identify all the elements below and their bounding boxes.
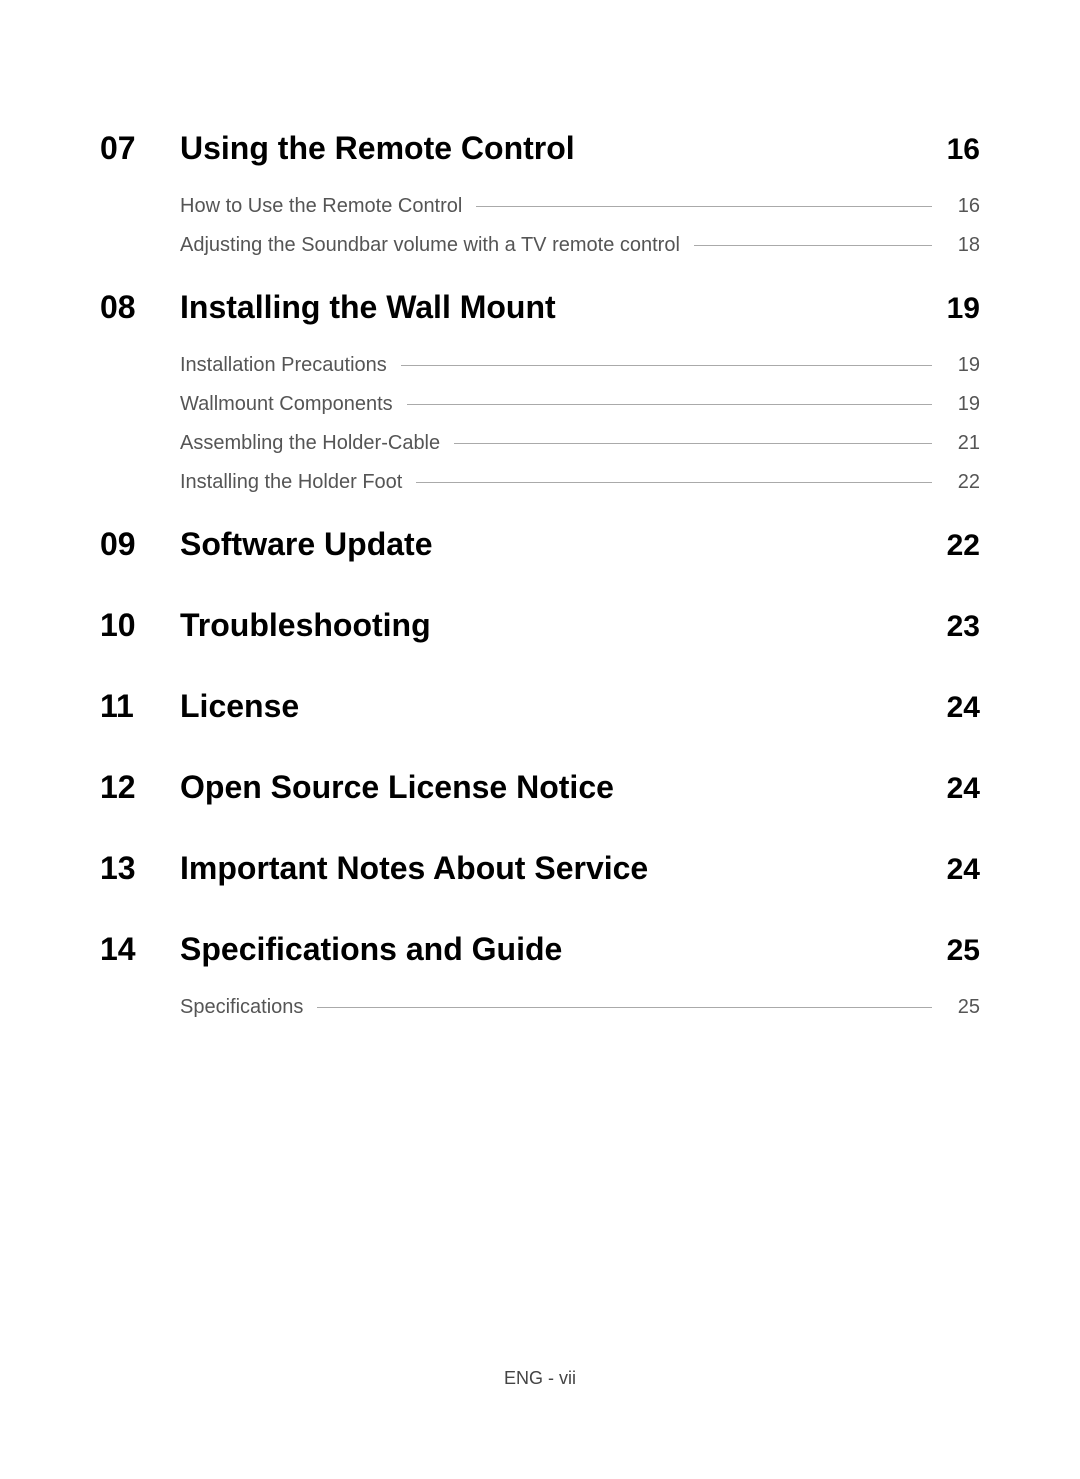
- toc-section-page: 25: [920, 934, 980, 968]
- toc-section-title: Specifications and Guide: [180, 931, 920, 968]
- toc-subitem-group: Installation Precautions19Wallmount Comp…: [100, 354, 980, 494]
- toc-subitem-title: Specifications: [180, 996, 303, 1019]
- toc-section-title: Using the Remote Control: [180, 130, 920, 167]
- toc-section: 09Software Update22: [100, 526, 980, 563]
- toc-section-title: Troubleshooting: [180, 607, 920, 644]
- toc-subitem-group: Specifications 25: [100, 996, 980, 1019]
- toc-subitem: Adjusting the Soundbar volume with a TV …: [180, 234, 980, 257]
- toc-subitem-title: How to Use the Remote Control: [180, 195, 462, 218]
- toc-subitem-page: 21: [946, 432, 980, 455]
- toc-leader-line: [454, 443, 932, 444]
- toc-section-title: Open Source License Notice: [180, 769, 920, 806]
- toc-leader-line: [416, 482, 932, 483]
- section-spacer: [100, 672, 980, 688]
- toc-leader-line: [476, 206, 932, 207]
- toc-section-number: 12: [100, 769, 180, 806]
- toc-section-number: 13: [100, 850, 180, 887]
- toc-section: 10Troubleshooting23: [100, 607, 980, 644]
- toc-section-number: 09: [100, 526, 180, 563]
- toc-leader-line: [407, 404, 932, 405]
- toc-section: 11License24: [100, 688, 980, 725]
- toc-section: 08Installing the Wall Mount19: [100, 289, 980, 326]
- toc-subitem: Installing the Holder Foot 22: [180, 471, 980, 494]
- toc-subitem-page: 19: [946, 393, 980, 416]
- toc-section-page: 22: [920, 529, 980, 563]
- toc-leader-line: [694, 245, 932, 246]
- toc-subitem-group: How to Use the Remote Control 16 Adjusting…: [100, 195, 980, 257]
- section-spacer: [100, 834, 980, 850]
- toc-section: 14Specifications and Guide25: [100, 931, 980, 968]
- section-spacer: [100, 753, 980, 769]
- toc-subitem: Specifications 25: [180, 996, 980, 1019]
- toc-section: 07Using the Remote Control16: [100, 130, 980, 167]
- toc-subitem-page: 18: [946, 234, 980, 257]
- table-of-contents: 07Using the Remote Control16How to Use t…: [100, 130, 980, 1019]
- toc-subitem: How to Use the Remote Control 16: [180, 195, 980, 218]
- toc-subitem: Wallmount Components 19: [180, 393, 980, 416]
- toc-subitem-title: Installing the Holder Foot: [180, 471, 402, 494]
- toc-subitem-page: 16: [946, 195, 980, 218]
- toc-section-number: 14: [100, 931, 180, 968]
- toc-subitem-page: 19: [946, 354, 980, 377]
- toc-section-page: 23: [920, 610, 980, 644]
- toc-section-title: Software Update: [180, 526, 920, 563]
- toc-section-title: Important Notes About Service: [180, 850, 920, 887]
- toc-subitem: Assembling the Holder-Cable 21: [180, 432, 980, 455]
- toc-section-page: 16: [920, 133, 980, 167]
- toc-section-number: 07: [100, 130, 180, 167]
- toc-subitem-title: Adjusting the Soundbar volume with a TV …: [180, 234, 680, 257]
- toc-section-number: 11: [100, 688, 180, 725]
- toc-section-title: License: [180, 688, 920, 725]
- toc-section-page: 19: [920, 292, 980, 326]
- toc-subitem-title: Assembling the Holder-Cable: [180, 432, 440, 455]
- toc-subitem-title: Wallmount Components: [180, 393, 393, 416]
- toc-subitem: Installation Precautions 19: [180, 354, 980, 377]
- toc-section-page: 24: [920, 772, 980, 806]
- toc-section: 12Open Source License Notice24: [100, 769, 980, 806]
- toc-section-number: 10: [100, 607, 180, 644]
- section-spacer: [100, 915, 980, 931]
- page-footer: ENG - vii: [0, 1368, 1080, 1389]
- toc-section: 13Important Notes About Service24: [100, 850, 980, 887]
- section-spacer: [100, 591, 980, 607]
- toc-subitem-title: Installation Precautions: [180, 354, 387, 377]
- toc-subitem-page: 22: [946, 471, 980, 494]
- toc-section-page: 24: [920, 691, 980, 725]
- toc-subitem-page: 25: [946, 996, 980, 1019]
- toc-section-page: 24: [920, 853, 980, 887]
- toc-leader-line: [317, 1007, 932, 1008]
- toc-section-title: Installing the Wall Mount: [180, 289, 920, 326]
- toc-leader-line: [401, 365, 932, 366]
- toc-section-number: 08: [100, 289, 180, 326]
